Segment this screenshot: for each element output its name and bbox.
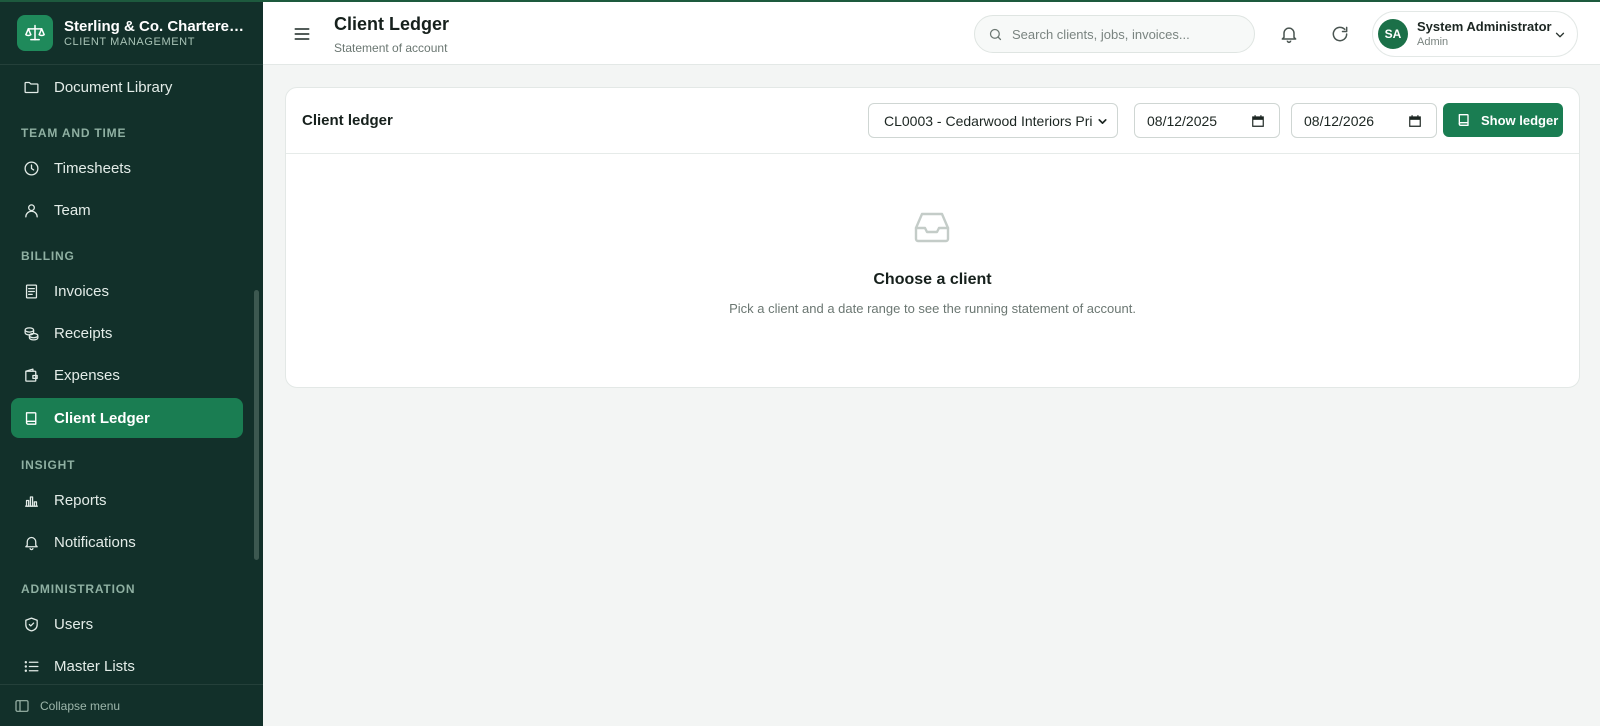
refresh-button[interactable] — [1330, 24, 1350, 44]
folder-icon — [24, 81, 39, 93]
sidebar-item-label: Expenses — [54, 366, 120, 384]
avatar: SA — [1378, 19, 1408, 49]
hamburger-icon — [294, 28, 310, 40]
shield-icon — [25, 616, 38, 632]
user-role: Admin — [1417, 36, 1449, 48]
sidebar-item-label: Reports — [54, 491, 107, 509]
sidebar-item-master-lists[interactable]: Master Lists — [11, 646, 243, 683]
brand-name: Sterling & Co. Chartered ... — [64, 17, 246, 35]
date-from-value: 08/12/2025 — [1147, 112, 1218, 129]
collapse-menu-label: Collapse menu — [40, 698, 121, 713]
bell-icon — [25, 536, 38, 550]
calendar-icon[interactable] — [1408, 114, 1422, 128]
scales-logo-icon — [17, 15, 53, 51]
calendar-icon[interactable] — [1251, 114, 1265, 128]
invoice-icon — [25, 283, 38, 299]
sidebar: Sterling & Co. Chartered ... CLIENT MANA… — [0, 0, 263, 726]
sidebar-item-document-library[interactable]: Document Library — [11, 67, 243, 107]
section-team-and-time: TEAM AND TIME — [21, 126, 127, 140]
date-from-field[interactable]: 08/12/2025 — [1134, 103, 1280, 138]
brand[interactable]: Sterling & Co. Chartered ... CLIENT MANA… — [0, 2, 263, 65]
section-administration: ADMINISTRATION — [21, 582, 136, 596]
date-to-field[interactable]: 08/12/2026 — [1291, 103, 1437, 138]
sidebar-item-users[interactable]: Users — [11, 604, 243, 644]
sidebar-item-label: Timesheets — [54, 159, 131, 177]
user-menu[interactable]: SA System Administrator Admin — [1372, 11, 1578, 57]
show-ledger-label: Show ledger — [1481, 112, 1559, 128]
client-select-value: CL0003 - Cedarwood Interiors Pri — [884, 112, 1092, 129]
refresh-icon — [1332, 26, 1348, 42]
top-header: Client Ledger Statement of account SA Sy… — [263, 2, 1600, 65]
global-search[interactable] — [974, 15, 1255, 53]
page-subtitle: Statement of account — [334, 41, 448, 55]
empty-state-title: Choose a client — [873, 271, 992, 288]
sidebar-scrollbar[interactable] — [254, 290, 259, 560]
sidebar-item-label: Master Lists — [54, 657, 135, 675]
sidebar-item-expenses[interactable]: Expenses — [11, 355, 243, 395]
card-title: Client ledger — [302, 112, 393, 129]
chevron-down-icon — [1098, 119, 1107, 124]
bell-icon — [1281, 27, 1297, 44]
client-ledger-card: Client ledger CL0003 - Cedarwood Interio… — [285, 87, 1580, 388]
client-select[interactable]: CL0003 - Cedarwood Interiors Pri — [868, 103, 1118, 138]
sidebar-item-label: Invoices — [54, 282, 110, 300]
collapse-menu-button[interactable]: Collapse menu — [0, 684, 263, 726]
book-icon — [25, 411, 37, 425]
top-accent-line — [0, 0, 1600, 2]
sidebar-item-label: Notifications — [54, 533, 136, 551]
sidebar-item-team[interactable]: Team — [11, 190, 243, 230]
sidebar-item-label: Team — [54, 201, 91, 219]
list-icon — [24, 660, 39, 672]
sidebar-item-label: Client Ledger — [54, 409, 150, 427]
wallet-icon — [25, 367, 38, 382]
section-billing: BILLING — [21, 249, 75, 263]
clock-icon — [24, 160, 39, 176]
sidebar-item-receipts[interactable]: Receipts — [11, 313, 243, 353]
bar-chart-icon — [25, 495, 38, 507]
sidebar-item-reports[interactable]: Reports — [11, 480, 243, 520]
sidebar-item-client-ledger[interactable]: Client Ledger — [11, 398, 243, 438]
search-input[interactable] — [1012, 26, 1232, 42]
date-to-value: 08/12/2026 — [1304, 112, 1375, 129]
section-insight: INSIGHT — [21, 458, 76, 472]
show-ledger-button[interactable]: Show ledger — [1443, 103, 1563, 137]
user-name: System Administrator — [1417, 19, 1552, 34]
sidebar-item-label: Users — [54, 615, 94, 633]
empty-state-text: Pick a client and a date range to see th… — [729, 301, 1136, 316]
chevron-down-icon — [1555, 32, 1565, 38]
coins-icon — [24, 326, 39, 341]
sidebar-nav: Document Library TEAM AND TIME Timesheet… — [0, 65, 263, 683]
sidebar-item-timesheets[interactable]: Timesheets — [11, 148, 243, 188]
inbox-icon — [914, 212, 950, 243]
sidebar-item-label: Receipts — [54, 324, 113, 342]
notifications-button[interactable] — [1279, 24, 1299, 44]
user-icon — [25, 203, 38, 218]
card-header: Client ledger CL0003 - Cedarwood Interio… — [286, 88, 1579, 154]
brand-subtitle: CLIENT MANAGEMENT — [64, 35, 196, 48]
menu-toggle-button[interactable] — [292, 24, 312, 44]
sidebar-item-label: Document Library — [54, 78, 173, 96]
search-icon — [989, 28, 1002, 40]
sidebar-item-invoices[interactable]: Invoices — [11, 271, 243, 311]
sidebar-panel-icon — [15, 699, 29, 712]
sidebar-item-notifications[interactable]: Notifications — [11, 522, 243, 562]
book-icon — [1458, 114, 1469, 126]
page-title: Client Ledger — [334, 14, 450, 34]
